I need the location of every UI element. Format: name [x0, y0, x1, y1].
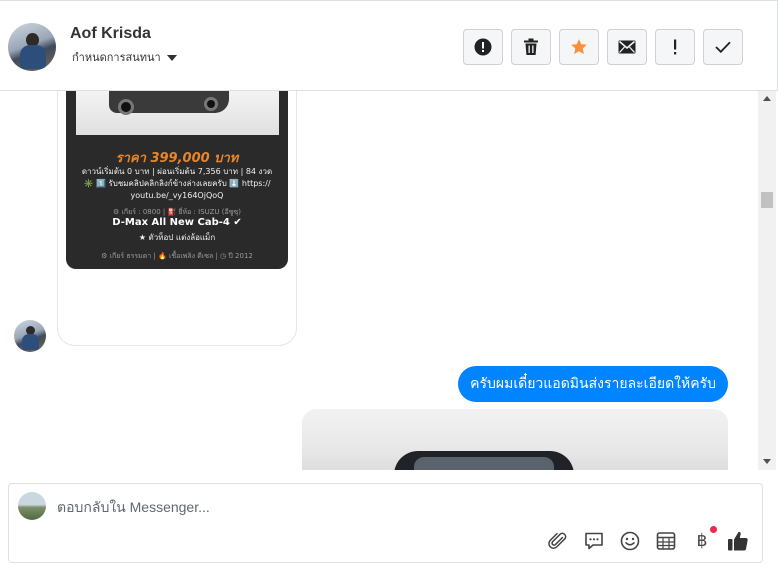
- ad-link-text: ✳️ 1️⃣ รับชมคลิปคลิกลิงก์ข้างล่างเลยครับ…: [83, 179, 271, 188]
- composer-toolbar: ฿: [546, 526, 750, 553]
- like-button[interactable]: [726, 529, 750, 553]
- page-avatar: [18, 492, 46, 520]
- thumbs-up-icon: [728, 531, 748, 551]
- envelope-icon: [618, 40, 636, 54]
- notification-dot: [710, 526, 717, 533]
- checkmark-icon: [715, 41, 731, 53]
- thread-scrollbar[interactable]: [758, 91, 776, 470]
- contact-avatar[interactable]: [8, 23, 56, 71]
- conversation-header: Aof Krisda กำหนดการสนทนา: [0, 0, 778, 91]
- contact-name[interactable]: Aof Krisda: [70, 25, 151, 43]
- assign-conversation-dropdown[interactable]: กำหนดการสนทนา: [72, 48, 177, 66]
- conversation-actions: [463, 29, 743, 65]
- caret-down-icon: [166, 54, 177, 61]
- ad-tagline: ★ ตัวท็อป แต่งล้อแม็ก: [138, 233, 216, 242]
- emoji-button[interactable]: [618, 529, 642, 553]
- calendar-icon: [656, 532, 676, 550]
- ad-price: ราคา 399,000 บาท: [115, 151, 239, 166]
- baht-icon: ฿: [696, 531, 708, 551]
- mark-unread-button[interactable]: [607, 29, 647, 65]
- alert-circle-icon: [474, 38, 492, 56]
- exclamation-icon: [674, 39, 677, 55]
- ad-terms: ดาวน์เริ่มต้น 0 บาท | ผ่อนเริ่มต้น 7,356…: [81, 167, 273, 176]
- outgoing-car-photo[interactable]: [302, 409, 728, 470]
- delete-button[interactable]: [511, 29, 551, 65]
- assign-conversation-label: กำหนดการสนทนา: [72, 51, 161, 64]
- priority-button[interactable]: [655, 29, 695, 65]
- star-icon: [571, 39, 587, 55]
- reply-composer: ฿: [8, 483, 763, 563]
- payment-button[interactable]: ฿: [690, 526, 717, 553]
- attach-button[interactable]: [546, 529, 570, 553]
- saved-replies-button[interactable]: [582, 529, 606, 553]
- star-button[interactable]: [559, 29, 599, 65]
- mark-done-button[interactable]: [703, 29, 743, 65]
- scroll-down-arrow-icon[interactable]: [763, 459, 771, 464]
- scroll-up-arrow-icon[interactable]: [763, 96, 771, 101]
- car-ad-image[interactable]: ราคา 399,000 บาท ดาวน์เริ่มต้น 0 บาท | ผ…: [66, 91, 288, 269]
- reply-input[interactable]: [57, 497, 717, 517]
- appointment-button[interactable]: [654, 529, 678, 553]
- outgoing-message-bubble[interactable]: ครับผมเดี๋ยวแอดมินส่งรายละเอียดให้ครับ: [458, 366, 728, 402]
- scrollbar-thumb[interactable]: [761, 192, 773, 208]
- sender-avatar[interactable]: [14, 320, 46, 352]
- ad-specs: ⚙ เกียร์ : 0800 | ⛽ ยี่ห้อ : ISUZU (อีซู…: [113, 208, 241, 216]
- mark-spam-button[interactable]: [463, 29, 503, 65]
- ad-model: D-Max All New Cab-4 ✔: [112, 217, 242, 228]
- ad-url: youtu.be/_vy164OjQoQ: [130, 191, 224, 200]
- car-photo: [76, 91, 279, 135]
- smiley-icon: [620, 531, 640, 551]
- chat-bubble-icon: [585, 532, 603, 550]
- trash-icon: [524, 38, 538, 55]
- paperclip-icon: [548, 532, 567, 549]
- ad-footer: ⚙ เกียร์ ธรรมดา | 🔥 เชื้อเพลิง ดีเซล | ◷…: [101, 252, 253, 260]
- message-thread[interactable]: ราคา 399,000 บาท ดาวน์เริ่มต้น 0 บาท | ผ…: [0, 91, 760, 470]
